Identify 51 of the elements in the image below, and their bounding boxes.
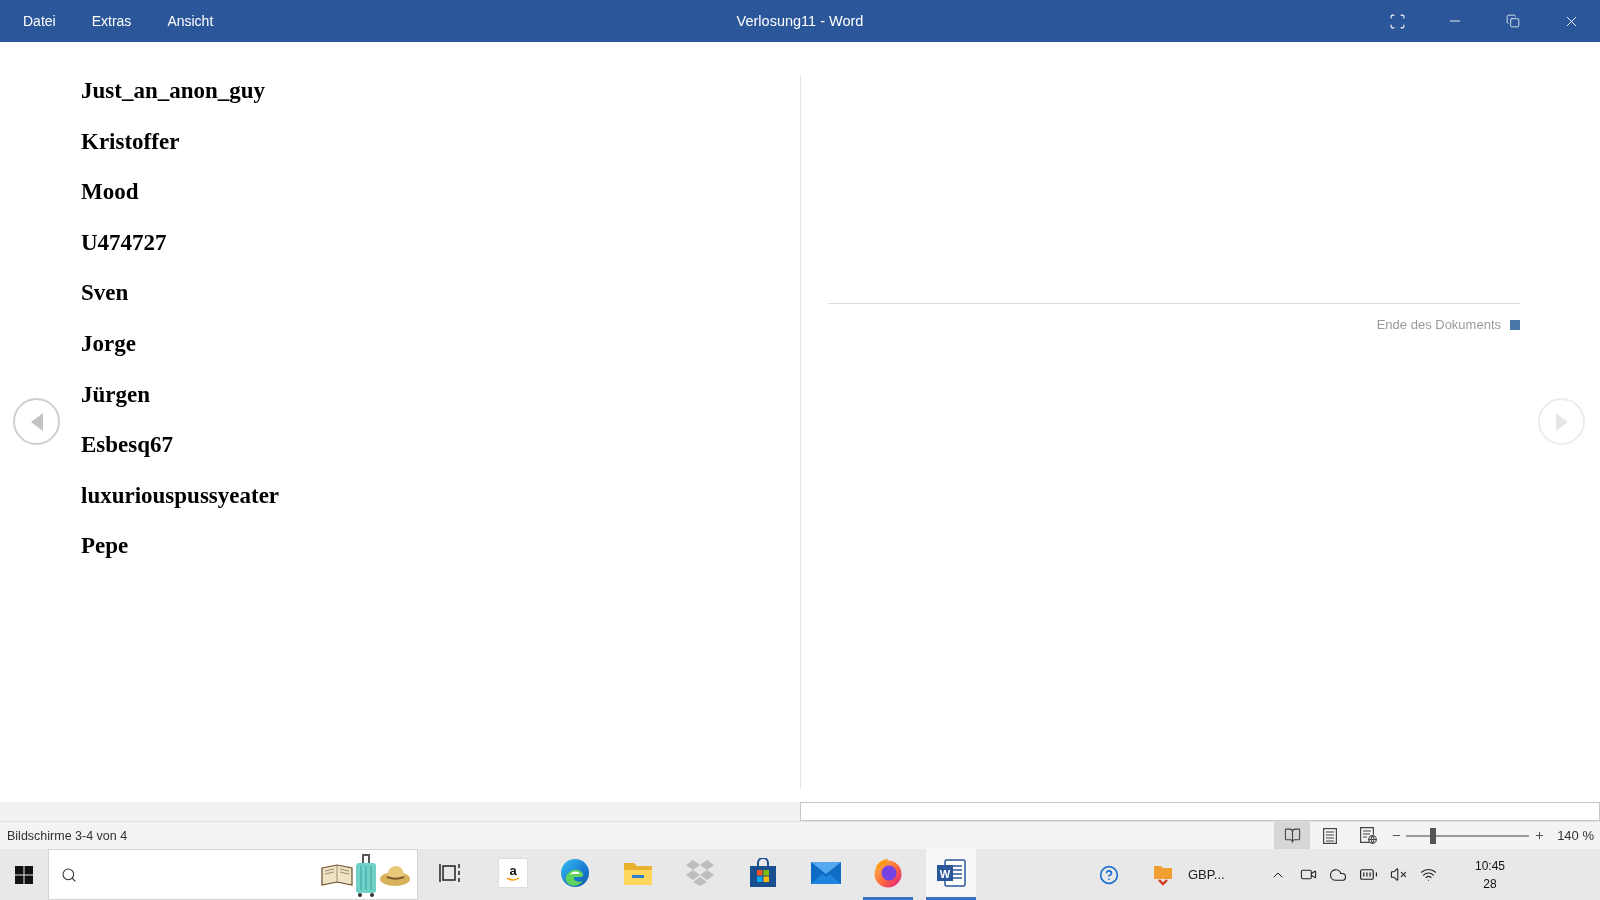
task-view-icon: [439, 863, 461, 883]
folder-icon: [622, 860, 653, 886]
menu-item[interactable]: Extras: [91, 10, 132, 32]
page-lines-icon: [1323, 827, 1338, 844]
open-book-icon: [321, 862, 353, 887]
name-paragraph: Mood: [81, 178, 139, 207]
taskbar-button[interactable]: W: [925, 849, 976, 900]
wifi-icon[interactable]: [1419, 866, 1437, 883]
clock-time[interactable]: 10:45: [1475, 858, 1505, 873]
scrollbar-thumb[interactable]: [800, 802, 1600, 821]
focus-mode-icon[interactable]: [1388, 12, 1406, 30]
help-icon[interactable]: [1099, 864, 1119, 885]
swirl-circle-icon: [560, 858, 591, 888]
window-title: Verlosung11 - Word: [736, 13, 864, 29]
currency-ticker[interactable]: GBP...: [1188, 867, 1263, 882]
name-paragraph: Pepe: [81, 532, 129, 561]
shopping-bag-icon: [747, 858, 778, 888]
search-icon: [61, 866, 77, 883]
start-icon[interactable]: [15, 865, 33, 884]
menu-item[interactable]: Ansicht: [167, 10, 214, 32]
clock-date[interactable]: 28: [1483, 876, 1497, 891]
name-paragraph: luxuriouspussyeater: [81, 481, 280, 510]
left-triangle-icon: [30, 412, 43, 431]
speaker-muted-icon[interactable]: [1389, 866, 1407, 883]
zoom-slider-thumb[interactable]: [1430, 827, 1437, 844]
name-paragraph: Kristoffer: [81, 127, 180, 156]
name-paragraph: Just_an_anon_guy: [81, 77, 266, 105]
name-paragraph: Jürgen: [81, 380, 150, 409]
name-paragraph: Sven: [81, 279, 129, 308]
menu-item[interactable]: Datei: [23, 10, 56, 32]
restore-icon[interactable]: [1506, 14, 1520, 28]
folder-chevron-icon[interactable]: [1153, 863, 1173, 886]
diamonds-icon: [685, 859, 716, 887]
end-of-document-label: Ende des Dokuments: [1376, 317, 1501, 332]
right-triangle-icon: [1555, 412, 1568, 431]
search-field[interactable]: [48, 849, 418, 900]
view-button[interactable]: [1274, 822, 1311, 849]
zoom-level[interactable]: 140 %: [1557, 828, 1594, 843]
taskbar-button[interactable]: a: [487, 849, 538, 900]
name-paragraph: Jorge: [81, 329, 136, 358]
flame-globe-icon: [873, 858, 904, 888]
name-paragraph: Esbesq67: [81, 431, 174, 460]
zoom-in-icon[interactable]: [1534, 830, 1546, 841]
page-globe-icon: [1359, 827, 1377, 844]
page-info: Bildschirme 3-4 von 4: [6, 828, 128, 843]
envelope-icon: [810, 862, 841, 884]
suitcase-icon: [355, 852, 377, 897]
letter-tile-icon: a: [497, 858, 528, 888]
name-paragraph: U474727: [81, 228, 167, 257]
end-marker-icon: [1510, 319, 1520, 330]
book-icon: [1283, 827, 1301, 844]
